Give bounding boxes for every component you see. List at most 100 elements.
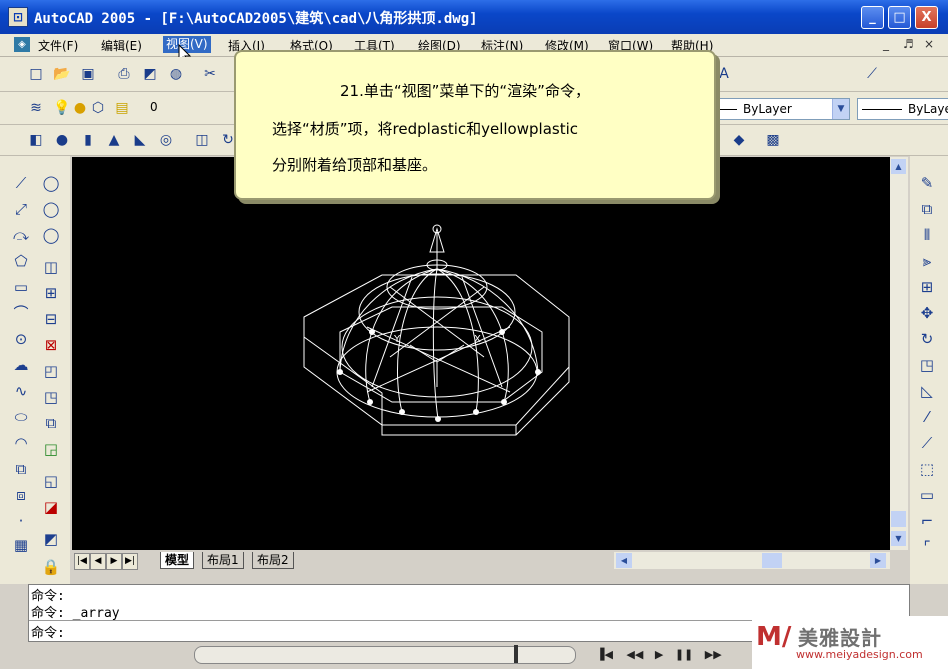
box-icon[interactable]: ◧ <box>26 130 46 150</box>
progress-thumb[interactable] <box>514 645 518 663</box>
doc-minimize-button[interactable]: _ <box>883 37 889 51</box>
spline-icon[interactable]: ∿ <box>10 380 32 402</box>
rectangle-icon[interactable]: ▭ <box>10 276 32 298</box>
drawing-canvas[interactable]: Y X <box>72 157 890 550</box>
circle-icon[interactable]: ⊙ <box>10 328 32 350</box>
prev-tab-icon[interactable]: ◀ <box>90 553 106 570</box>
ellipse-arc-icon[interactable]: ◠ <box>10 432 32 454</box>
orbit3-icon[interactable]: ◯ <box>40 224 62 246</box>
scroll-up-icon[interactable]: ▲ <box>891 159 906 174</box>
taper-icon[interactable]: ◳ <box>40 386 62 408</box>
imprint-icon[interactable]: ◱ <box>40 470 62 492</box>
text-style-icon[interactable]: A <box>714 64 734 84</box>
orbit2-icon[interactable]: ◯ <box>40 198 62 220</box>
document-icon[interactable]: ◈ <box>14 37 30 52</box>
layer-color-icon[interactable]: ▤ <box>112 98 132 118</box>
scroll-left-icon[interactable]: ◀ <box>616 553 632 568</box>
stretch-icon[interactable]: ◺ <box>916 380 938 402</box>
command-prompt[interactable]: 命令: <box>31 622 65 641</box>
scroll-down-icon[interactable]: ▼ <box>891 531 906 546</box>
fillet-icon[interactable]: ⌜ <box>916 536 938 558</box>
forward-icon[interactable]: ▶▶ <box>705 648 722 661</box>
rotate-icon[interactable]: ↻ <box>916 328 938 350</box>
copy-icon[interactable]: ⧉ <box>916 198 938 220</box>
lock-icon[interactable]: 🔒 <box>40 556 62 578</box>
construction-line-icon[interactable]: ⤢ <box>10 198 32 220</box>
new-file-icon[interactable]: □ <box>26 64 46 84</box>
trim-icon[interactable]: ⁄ <box>916 406 938 428</box>
tab-model[interactable]: 模型 <box>160 552 195 569</box>
layer-name[interactable]: 0 <box>150 100 158 114</box>
doc-restore-button[interactable]: ♬ <box>903 37 914 51</box>
hscroll-thumb[interactable] <box>762 553 782 568</box>
print-icon[interactable]: ⎙ <box>114 64 134 84</box>
union-icon[interactable]: ⊞ <box>40 282 62 304</box>
sun-icon[interactable]: ● <box>70 98 90 118</box>
maximize-button[interactable]: □ <box>888 6 911 29</box>
move-icon[interactable]: ✥ <box>916 302 938 324</box>
wedge-icon[interactable]: ◣ <box>130 130 150 150</box>
publish-icon[interactable]: ◍ <box>166 64 186 84</box>
copy-faces-icon[interactable]: ⧉ <box>40 412 62 434</box>
separate-icon[interactable]: ◪ <box>40 496 62 518</box>
orbit-icon[interactable]: ◯ <box>40 172 62 194</box>
erase-icon[interactable]: ✎ <box>916 172 938 194</box>
play-icon[interactable]: ▶ <box>655 648 663 661</box>
polygon-icon[interactable]: ⬠ <box>10 250 32 272</box>
color-faces-icon[interactable]: ◲ <box>40 438 62 460</box>
bulb-icon[interactable]: 💡 <box>52 98 72 118</box>
cylinder-icon[interactable]: ▮ <box>78 130 98 150</box>
title-bar[interactable]: ⊡ AutoCAD 2005 - [F:\AutoCAD2005\建筑\cad\… <box>0 0 948 34</box>
vertical-scrollbar[interactable]: ▲ ▼ <box>890 157 908 550</box>
revision-cloud-icon[interactable]: ☁ <box>10 354 32 376</box>
shell-icon[interactable]: ◰ <box>40 360 62 382</box>
menu-file[interactable]: 文件(F) <box>38 37 78 54</box>
array-icon[interactable]: ⊞ <box>916 276 938 298</box>
camera-icon[interactable]: ▩ <box>763 130 783 150</box>
torus-icon[interactable]: ◎ <box>156 130 176 150</box>
break-icon[interactable]: ⬚ <box>916 458 938 480</box>
tab-layout1[interactable]: 布局1 <box>202 552 244 569</box>
polyline-icon[interactable]: ⤼ <box>10 224 32 246</box>
linetype-control-dropdown[interactable]: ByLayer <box>857 98 948 120</box>
hatch-icon[interactable]: ▦ <box>10 534 32 556</box>
ellipse-icon[interactable]: ⬭ <box>10 406 32 428</box>
scale-icon[interactable]: ◳ <box>916 354 938 376</box>
layer-lock-icon[interactable]: ⬡ <box>88 98 108 118</box>
make-block-icon[interactable]: ⧈ <box>10 484 32 506</box>
chamfer-icon[interactable]: ⌐ <box>916 510 938 532</box>
horizontal-scrollbar[interactable]: ◀ ▶ <box>614 552 890 569</box>
menu-edit[interactable]: 编辑(E) <box>101 37 142 54</box>
extrude-icon[interactable]: ◫ <box>192 130 212 150</box>
join-icon[interactable]: ▭ <box>916 484 938 506</box>
close-button[interactable]: X <box>915 6 938 29</box>
arc-icon[interactable]: ⌒ <box>10 302 32 324</box>
cone-icon[interactable]: ▲ <box>104 130 124 150</box>
point-icon[interactable]: · <box>10 510 32 532</box>
sphere-icon[interactable]: ● <box>52 130 72 150</box>
color-control-dropdown[interactable]: ByLayer ▼ <box>710 98 850 120</box>
open-folder-icon[interactable]: 📂 <box>52 64 72 84</box>
plot-preview-icon[interactable]: ◩ <box>140 64 160 84</box>
progress-track[interactable] <box>194 646 576 664</box>
last-tab-icon[interactable]: ▶| <box>122 553 138 570</box>
subtract-icon[interactable]: ⊟ <box>40 308 62 330</box>
tab-layout2[interactable]: 布局2 <box>252 552 294 569</box>
autocad-app-icon[interactable]: ⊡ <box>8 7 28 27</box>
cut-icon[interactable]: ✂ <box>200 64 220 84</box>
doc-close-button[interactable]: × <box>924 37 934 51</box>
mirror-icon[interactable]: ⫴ <box>916 224 938 246</box>
pause-icon[interactable]: ❚❚ <box>675 648 693 661</box>
save-icon[interactable]: ▣ <box>78 64 98 84</box>
extend-icon[interactable]: ⟋ <box>916 432 938 454</box>
materials-icon[interactable]: ◆ <box>729 130 749 150</box>
next-tab-icon[interactable]: ▶ <box>106 553 122 570</box>
solid-box-icon[interactable]: ◫ <box>40 256 62 278</box>
delete-faces-icon[interactable]: ⊠ <box>40 334 62 356</box>
layer-manager-icon[interactable]: ≋ <box>26 98 46 118</box>
first-tab-icon[interactable]: |◀ <box>74 553 90 570</box>
line-icon[interactable]: ⟋ <box>10 172 32 194</box>
check-icon[interactable]: ◩ <box>40 528 62 550</box>
scroll-thumb[interactable] <box>891 511 906 527</box>
scroll-right-icon[interactable]: ▶ <box>870 553 886 568</box>
